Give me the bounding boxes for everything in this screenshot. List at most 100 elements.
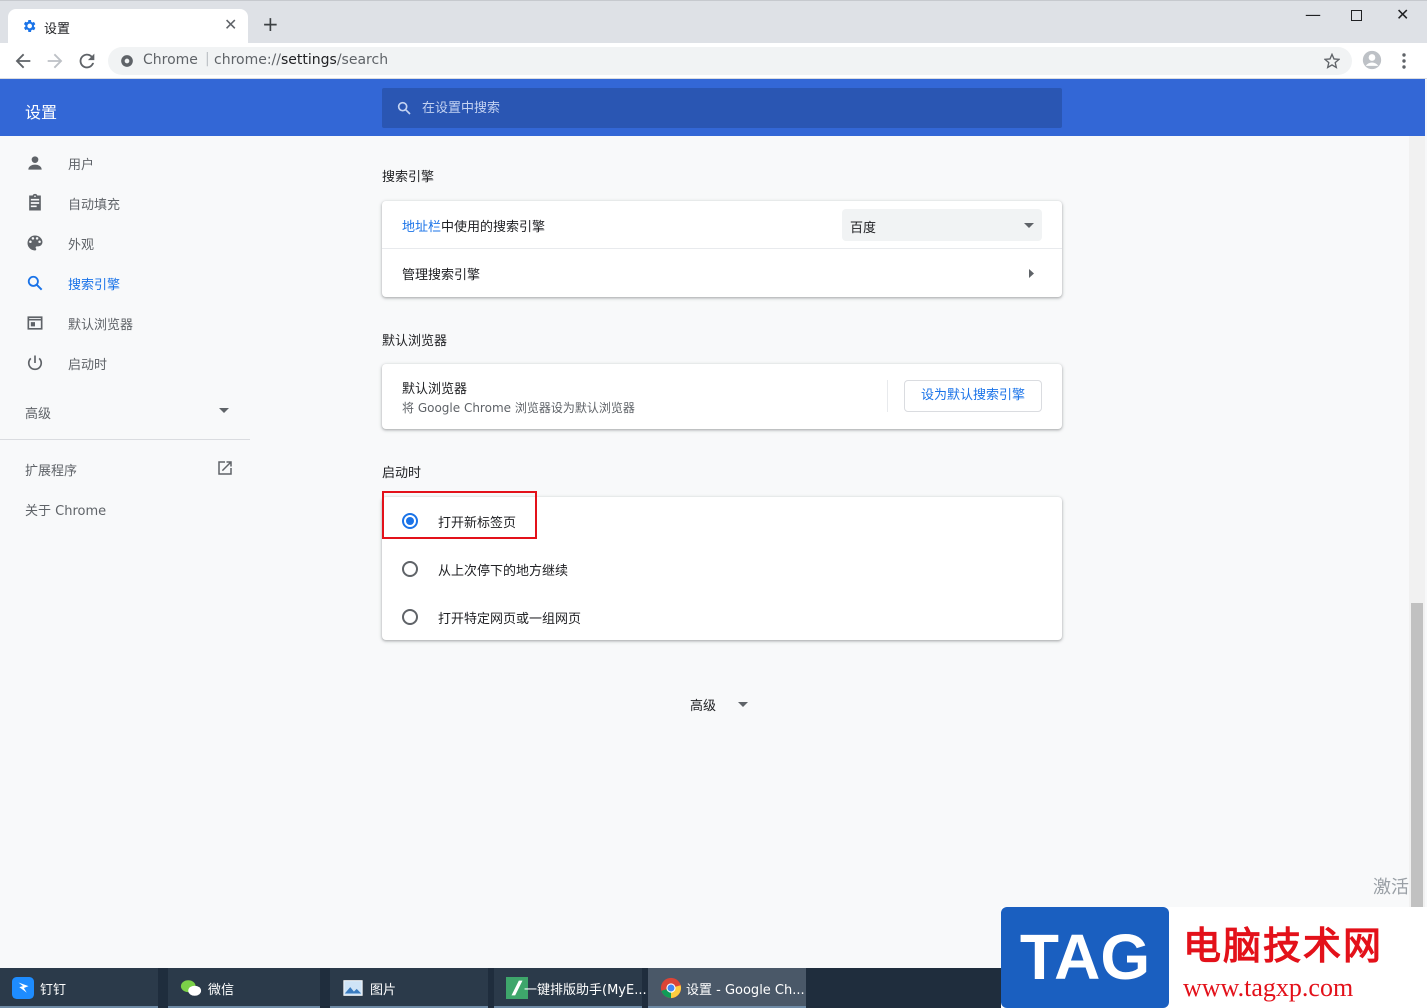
watermark-tag: TAG: [1001, 907, 1169, 1008]
sidebar-about-label: 关于 Chrome: [25, 504, 107, 519]
url-text: chrome://settings/search: [214, 52, 389, 68]
radio-button[interactable]: [402, 609, 418, 625]
wechat-icon: [180, 980, 202, 996]
sidebar-item-label: 自动填充: [68, 198, 121, 213]
section-title-default-browser: 默认浏览器: [382, 334, 448, 349]
watermark-url: www.tagxp.com: [1183, 973, 1354, 1002]
dingtalk-icon: [12, 977, 34, 999]
sidebar-advanced[interactable]: 高级: [0, 391, 252, 431]
taskbar-label: 钉钉: [40, 983, 67, 998]
sidebar-divider: [0, 439, 250, 440]
sidebar-extensions-label: 扩展程序: [25, 464, 78, 479]
taskbar-label: 图片: [370, 983, 397, 998]
palette-icon: [27, 235, 43, 251]
settings-search[interactable]: [382, 88, 1062, 128]
caret-down-icon: [219, 408, 229, 413]
make-default-button[interactable]: 设为默认搜索引擎: [904, 380, 1042, 412]
search-engine-select-value: 百度: [850, 221, 877, 236]
chrome-icon: [660, 977, 682, 999]
close-tab-icon[interactable]: ✕: [224, 15, 237, 34]
site-label: Chrome: [143, 52, 198, 68]
watermark-cn: 电脑技术网: [1183, 924, 1384, 968]
chrome-icon: [121, 55, 133, 67]
menu-kebab-icon[interactable]: [1396, 51, 1412, 71]
sidebar-item-default-browser[interactable]: 默认浏览器: [0, 302, 252, 342]
startup-option-continue[interactable]: 从上次停下的地方继续: [382, 545, 1062, 593]
address-bar[interactable]: Chrome | chrome://settings/search: [108, 47, 1352, 75]
taskbar-item-layout-helper[interactable]: 一键排版助手(MyE...: [494, 968, 647, 1008]
startup-option-specific-pages[interactable]: 打开特定网页或一组网页: [382, 593, 1062, 641]
watermark-logo: TAG 电脑技术网 www.tagxp.com: [1001, 907, 1427, 1008]
image-icon: [343, 980, 363, 996]
advanced-label: 高级: [690, 699, 717, 714]
sidebar: 用户 自动填充 外观 搜索引擎 默认浏览器 启动时 高级 扩展程序 关于 Chr…: [0, 136, 252, 968]
sidebar-item-users[interactable]: 用户: [0, 142, 252, 182]
sidebar-item-label: 搜索引擎: [68, 278, 121, 293]
gear-icon: [23, 20, 36, 32]
highlight-box: [382, 491, 537, 539]
radio-button[interactable]: [402, 561, 418, 577]
close-window-button[interactable]: ✕: [1396, 5, 1409, 24]
power-icon: [27, 355, 43, 371]
forward-button[interactable]: [44, 50, 66, 72]
sidebar-advanced-label: 高级: [25, 407, 52, 422]
arrow-right-icon: [1029, 269, 1034, 278]
settings-header: 设置: [0, 79, 1425, 136]
taskbar-label: 设置 - Google Ch...: [686, 983, 805, 998]
sidebar-item-label: 启动时: [68, 358, 108, 373]
tab-settings[interactable]: 设置 ✕: [8, 9, 248, 44]
sidebar-extensions[interactable]: 扩展程序: [0, 448, 252, 488]
sidebar-item-autofill[interactable]: 自动填充: [0, 182, 252, 222]
search-input[interactable]: [422, 88, 1042, 128]
sidebar-item-appearance[interactable]: 外观: [0, 222, 252, 262]
reload-button[interactable]: [76, 50, 98, 72]
section-title-search-engine: 搜索引擎: [382, 170, 435, 185]
default-browser-sub: 将 Google Chrome 浏览器设为默认浏览器: [402, 401, 635, 415]
sidebar-item-on-startup[interactable]: 启动时: [0, 342, 252, 382]
activate-windows-text: 激活: [1373, 877, 1409, 898]
omnibox-separator: |: [205, 51, 210, 67]
sidebar-item-label: 用户: [68, 158, 95, 173]
sidebar-item-label: 外观: [68, 238, 95, 253]
tab-strip: 设置 ✕ + — ✕: [0, 0, 1427, 44]
sidebar-item-search-engine[interactable]: 搜索引擎: [0, 262, 252, 302]
browser-icon: [27, 316, 43, 330]
search-engine-row-label: 地址栏中使用的搜索引擎: [402, 220, 546, 235]
tab-title: 设置: [44, 22, 71, 37]
taskbar-item-photos[interactable]: 图片: [330, 968, 488, 1008]
clipboard-icon: [29, 193, 41, 211]
section-title-on-startup: 启动时: [382, 466, 422, 481]
vertical-divider: [887, 380, 888, 412]
search-engine-select[interactable]: 百度: [842, 209, 1042, 241]
taskbar-label: 一键排版助手(MyE...: [524, 983, 647, 998]
default-browser-card: 默认浏览器 将 Google Chrome 浏览器设为默认浏览器 设为默认搜索引…: [382, 364, 1062, 429]
sidebar-item-label: 默认浏览器: [68, 318, 134, 333]
minimize-button[interactable]: —: [1305, 5, 1321, 24]
search-engine-row: 地址栏中使用的搜索引擎 百度: [382, 201, 1062, 249]
default-browser-heading: 默认浏览器: [402, 382, 468, 397]
search-engine-card: 地址栏中使用的搜索引擎 百度 管理搜索引擎: [382, 201, 1062, 297]
advanced-toggle[interactable]: 高级: [682, 692, 762, 716]
manage-search-engines-label: 管理搜索引擎: [402, 268, 481, 283]
open-in-new-icon: [218, 461, 232, 475]
page-title: 设置: [25, 103, 58, 122]
startup-option-label: 打开特定网页或一组网页: [438, 612, 582, 627]
caret-down-icon: [1024, 223, 1034, 228]
sidebar-about-chrome[interactable]: 关于 Chrome: [0, 488, 252, 528]
search-icon: [397, 101, 411, 115]
manage-search-engines-row[interactable]: 管理搜索引擎: [382, 249, 1062, 297]
taskbar-item-dingtalk[interactable]: 钉钉: [0, 968, 158, 1008]
back-button[interactable]: [12, 50, 34, 72]
search-icon: [27, 275, 43, 291]
new-tab-button[interactable]: +: [262, 14, 279, 34]
taskbar-item-chrome[interactable]: 设置 - Google Ch...: [648, 968, 806, 1008]
caret-down-icon: [738, 702, 748, 707]
maximize-button[interactable]: [1351, 10, 1363, 22]
taskbar-label: 微信: [208, 983, 235, 998]
taskbar-item-wechat[interactable]: 微信: [168, 968, 320, 1008]
star-icon[interactable]: [1324, 53, 1340, 69]
address-bar-link[interactable]: 地址栏: [402, 220, 441, 235]
person-icon: [28, 156, 42, 170]
profile-avatar-icon[interactable]: [1362, 50, 1382, 70]
browser-toolbar: Chrome | chrome://settings/search: [0, 43, 1427, 79]
